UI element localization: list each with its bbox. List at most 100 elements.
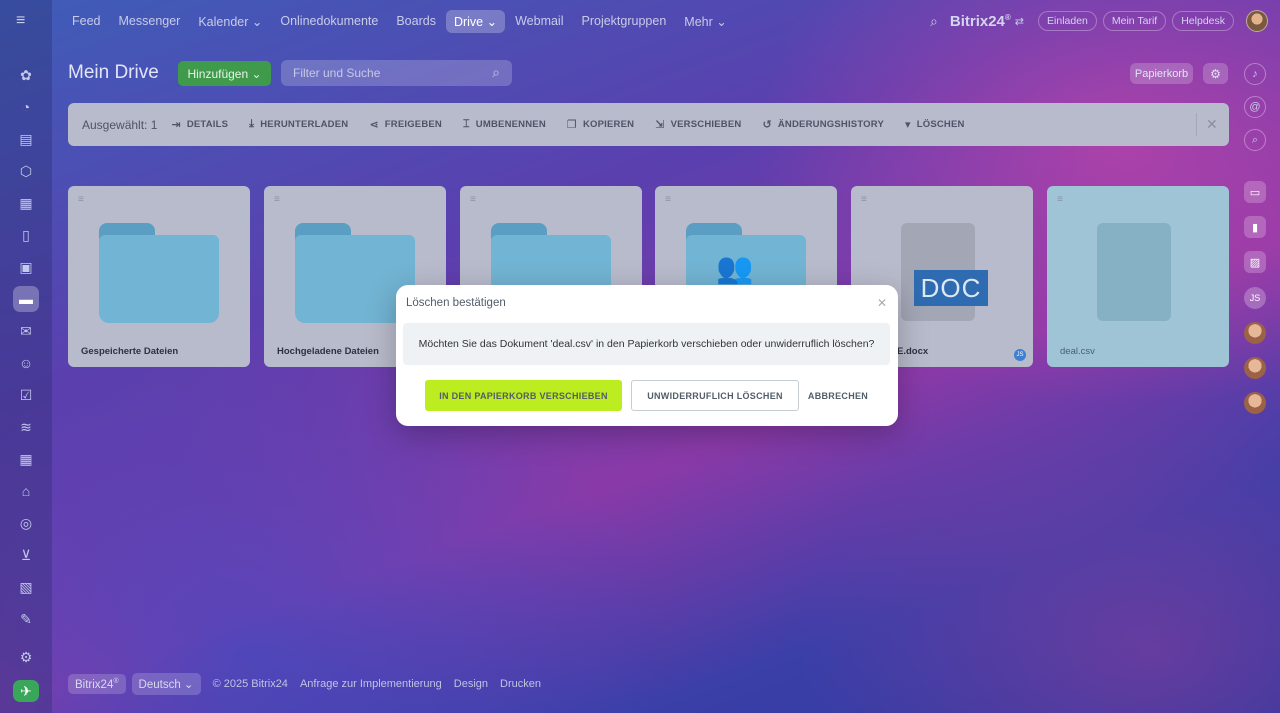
divider <box>1196 113 1197 136</box>
move-button[interactable]: ⇲ VERSCHIEBEN <box>655 118 741 131</box>
delete-permanently-button[interactable]: UNWIDERRUFLICH LÖSCHEN <box>631 380 799 411</box>
nav-messenger[interactable]: Messenger <box>111 10 189 32</box>
image-icon[interactable]: ▨ <box>1244 251 1266 273</box>
bookmark-icon[interactable]: ▮ <box>1244 216 1266 238</box>
at-icon[interactable]: @ <box>1244 96 1266 118</box>
move-to-trash-button[interactable]: IN DEN PAPIERKORB VERSCHIEBEN <box>425 380 622 411</box>
user-avatar[interactable] <box>1244 357 1266 379</box>
mail-icon[interactable]: ✉ <box>13 318 39 344</box>
footer-link[interactable]: Anfrage zur Implementierung <box>300 678 442 690</box>
menu-icon[interactable]: ≡ <box>16 13 36 29</box>
close-icon[interactable]: ✕ <box>877 296 887 310</box>
tasks-icon[interactable]: ☑ <box>13 382 39 408</box>
nav-onlinedokumente[interactable]: Onlinedokumente <box>272 10 386 32</box>
doc-icon[interactable]: ▯ <box>13 222 39 248</box>
swap-icon[interactable]: ⇄ <box>1015 15 1024 28</box>
bell-icon[interactable]: ♪ <box>1244 63 1266 85</box>
search-icon[interactable]: ⌕ <box>930 13 938 30</box>
nav-kalender[interactable]: Kalender ⌄ <box>190 10 270 33</box>
user-avatar[interactable] <box>1244 392 1266 414</box>
helpdesk-button[interactable]: Helpdesk <box>1172 11 1234 31</box>
sign-icon[interactable]: ✎ <box>13 606 39 632</box>
chat-bubble-icon[interactable]: ▭ <box>1244 181 1266 203</box>
user-initials[interactable]: JS <box>1244 287 1266 309</box>
copy-icon: ❐ <box>566 119 577 131</box>
copyright: © 2025 Bitrix24 <box>212 678 288 690</box>
contract-icon[interactable]: ▧ <box>13 574 39 600</box>
user-avatar[interactable] <box>1244 322 1266 344</box>
funnel-icon[interactable]: ≋ <box>13 414 39 440</box>
avatar[interactable] <box>1246 10 1268 32</box>
tile-name: E.docx <box>897 346 929 357</box>
move-icon: ⇲ <box>655 119 665 131</box>
grip-icon[interactable]: ≡ <box>861 194 867 205</box>
dialog-message: Möchten Sie das Dokument 'deal.csv' in d… <box>403 323 890 365</box>
footer-link[interactable]: Design <box>454 678 488 690</box>
language-select[interactable]: Deutsch ⌄ <box>131 673 201 695</box>
csv-tile[interactable]: ≡ deal.csv <box>1047 186 1229 367</box>
tile-name: Gespeicherte Dateien <box>81 346 179 357</box>
invite-button[interactable]: Einladen <box>1038 11 1097 31</box>
page-title: Mein Drive <box>68 62 159 83</box>
rocket-icon[interactable]: ✈ <box>13 680 39 702</box>
users-icon[interactable]: ☺ <box>13 350 39 376</box>
download-icon: ⤓ <box>249 118 255 130</box>
board-icon[interactable]: ▣ <box>13 254 39 280</box>
calendar-icon[interactable]: ▦ <box>13 190 39 216</box>
delete-button[interactable]: ▾ LÖSCHEN <box>905 118 965 131</box>
schedule-icon[interactable]: ▦ <box>13 446 39 472</box>
top-nav: Feed Messenger Kalender ⌄ Onlinedokument… <box>64 9 737 33</box>
csv-file-icon <box>1097 223 1171 321</box>
folder-icon <box>99 223 219 323</box>
search-input[interactable]: Filter und Suche ⌕ <box>281 60 512 86</box>
details-button[interactable]: ⇥ DETAILS <box>171 118 228 131</box>
close-icon[interactable]: ✕ <box>1206 116 1218 133</box>
search-placeholder: Filter und Suche <box>293 66 381 80</box>
target-icon[interactable]: ◎ <box>13 510 39 536</box>
cancel-button[interactable]: ABBRECHEN <box>804 380 872 411</box>
nav-feed[interactable]: Feed <box>64 10 109 32</box>
details-icon: ⇥ <box>171 119 181 131</box>
document-icon[interactable]: ▤ <box>13 126 39 152</box>
drive-icon[interactable]: ▬ <box>13 286 39 312</box>
dialog-title: Löschen bestätigen <box>406 297 506 309</box>
tile-name: deal.csv <box>1060 346 1095 357</box>
grip-icon[interactable]: ≡ <box>1057 194 1063 205</box>
trash-icon: ▾ <box>905 119 911 131</box>
bitrix-logo[interactable]: Bitrix24® <box>950 13 1011 30</box>
nav-drive[interactable]: Drive ⌄ <box>445 9 506 33</box>
download-button[interactable]: ⤓ HERUNTERLADEN <box>249 118 348 131</box>
tariff-button[interactable]: Mein Tarif <box>1102 11 1167 31</box>
chat-icon[interactable]: ◔ <box>13 94 39 120</box>
settings-icon[interactable]: ⚙ <box>13 644 39 670</box>
grip-icon[interactable]: ≡ <box>78 194 84 205</box>
rename-button[interactable]: ⌶ UMBENENNEN <box>463 118 546 131</box>
nav-boards[interactable]: Boards <box>388 10 444 32</box>
grip-icon[interactable]: ≡ <box>470 194 476 205</box>
left-sidebar: ≡ ✿ ◔ ▤ ⬡ ▦ ▯ ▣ ▬ ✉ ☺ ☑ ≋ ▦ ⌂ ◎ ⊻ ▧ ✎ ⚙ … <box>0 0 52 713</box>
chevron-down-icon: ⌄ <box>183 679 194 691</box>
hexagon-icon[interactable]: ⬡ <box>13 158 39 184</box>
gear-icon[interactable]: ⚙ <box>1203 63 1228 84</box>
top-right: ⌕ Bitrix24® ⇄ Einladen Mein Tarif Helpde… <box>930 9 1268 33</box>
cart-icon[interactable]: ⊻ <box>13 542 39 568</box>
add-button[interactable]: Hinzufügen ⌄ <box>178 61 271 86</box>
footer-link[interactable]: Drucken <box>500 678 541 690</box>
folder-tile[interactable]: ≡ Gespeicherte Dateien <box>68 186 250 367</box>
history-button[interactable]: ↺ ÄNDERUNGSHISTORY <box>762 118 884 131</box>
nav-projektgruppen[interactable]: Projektgruppen <box>574 10 675 32</box>
trash-button[interactable]: Papierkorb <box>1130 63 1193 84</box>
chevron-down-icon: ⌄ <box>486 14 498 29</box>
store-icon[interactable]: ⌂ <box>13 478 39 504</box>
nav-mehr[interactable]: Mehr ⌄ <box>676 10 734 33</box>
grip-icon[interactable]: ≡ <box>274 194 280 205</box>
feed-icon[interactable]: ✿ <box>13 62 39 88</box>
selected-count: Ausgewählt: 1 <box>82 117 158 132</box>
share-button[interactable]: ⋖ FREIGEBEN <box>369 118 442 131</box>
footer-brand[interactable]: Bitrix24® <box>68 673 126 695</box>
grip-icon[interactable]: ≡ <box>665 194 671 205</box>
copy-button[interactable]: ❐ KOPIEREN <box>567 118 634 131</box>
nav-webmail[interactable]: Webmail <box>507 10 571 32</box>
share-icon: ⋖ <box>369 119 379 131</box>
search-chat-icon[interactable]: ⌕ <box>1244 129 1266 151</box>
